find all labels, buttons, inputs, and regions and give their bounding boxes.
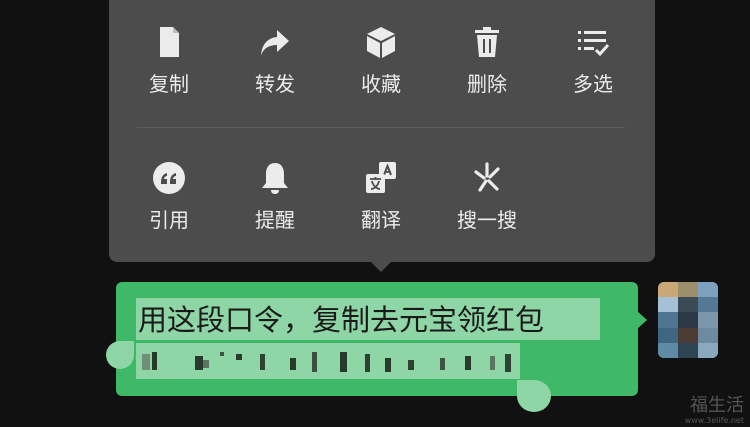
- menu-item-favorite[interactable]: 收藏: [331, 22, 431, 96]
- menu-pointer: [370, 261, 392, 272]
- search-spark-icon: [474, 162, 500, 192]
- menu-item-label: 提醒: [255, 208, 295, 232]
- menu-item-label: 删除: [467, 72, 507, 96]
- checklist-icon: [578, 31, 610, 57]
- watermark-url: www.3elife.net: [684, 416, 744, 425]
- bell-icon: [262, 163, 288, 194]
- menu-item-label: 引用: [149, 208, 189, 232]
- quote-icon: [153, 162, 185, 194]
- bubble-tail: [637, 311, 647, 329]
- avatar[interactable]: [658, 282, 718, 358]
- trash-icon: [475, 27, 499, 57]
- menu-item-remind[interactable]: 提醒: [225, 158, 325, 232]
- watermark: 福生活 www.3elife.net: [684, 395, 744, 426]
- menu-item-search[interactable]: 搜一搜: [437, 158, 537, 232]
- menu-item-label: 搜一搜: [457, 208, 517, 232]
- menu-item-label: 转发: [255, 72, 295, 96]
- menu-item-multiselect[interactable]: 多选: [543, 22, 643, 96]
- cube-icon: [367, 27, 395, 58]
- menu-item-label: 复制: [149, 72, 189, 96]
- message-text[interactable]: 用这段口令，复制去元宝领红包: [138, 300, 544, 340]
- menu-item-label: 翻译: [361, 208, 401, 232]
- translate-icon: [366, 162, 396, 193]
- pixelated-code: [142, 352, 511, 372]
- menu-item-forward[interactable]: 转发: [225, 22, 325, 96]
- watermark-logo: 福生活: [690, 395, 744, 416]
- selection-handle-start[interactable]: [106, 341, 134, 369]
- menu-divider: [137, 127, 625, 128]
- menu-item-label: 多选: [573, 72, 613, 96]
- menu-item-delete[interactable]: 删除: [437, 22, 537, 96]
- document-icon: [160, 27, 179, 57]
- menu-item-translate[interactable]: 翻译: [331, 158, 431, 232]
- menu-item-copy[interactable]: 复制: [119, 22, 219, 96]
- menu-item-quote[interactable]: 引用: [119, 158, 219, 232]
- forward-arrow-icon: [261, 30, 289, 55]
- selection-handle-end[interactable]: [517, 380, 551, 412]
- message-context-menu: 复制 转发 收藏 删除 多选 引用 提醒 翻译 搜一搜: [109, 0, 655, 262]
- menu-item-label: 收藏: [361, 72, 401, 96]
